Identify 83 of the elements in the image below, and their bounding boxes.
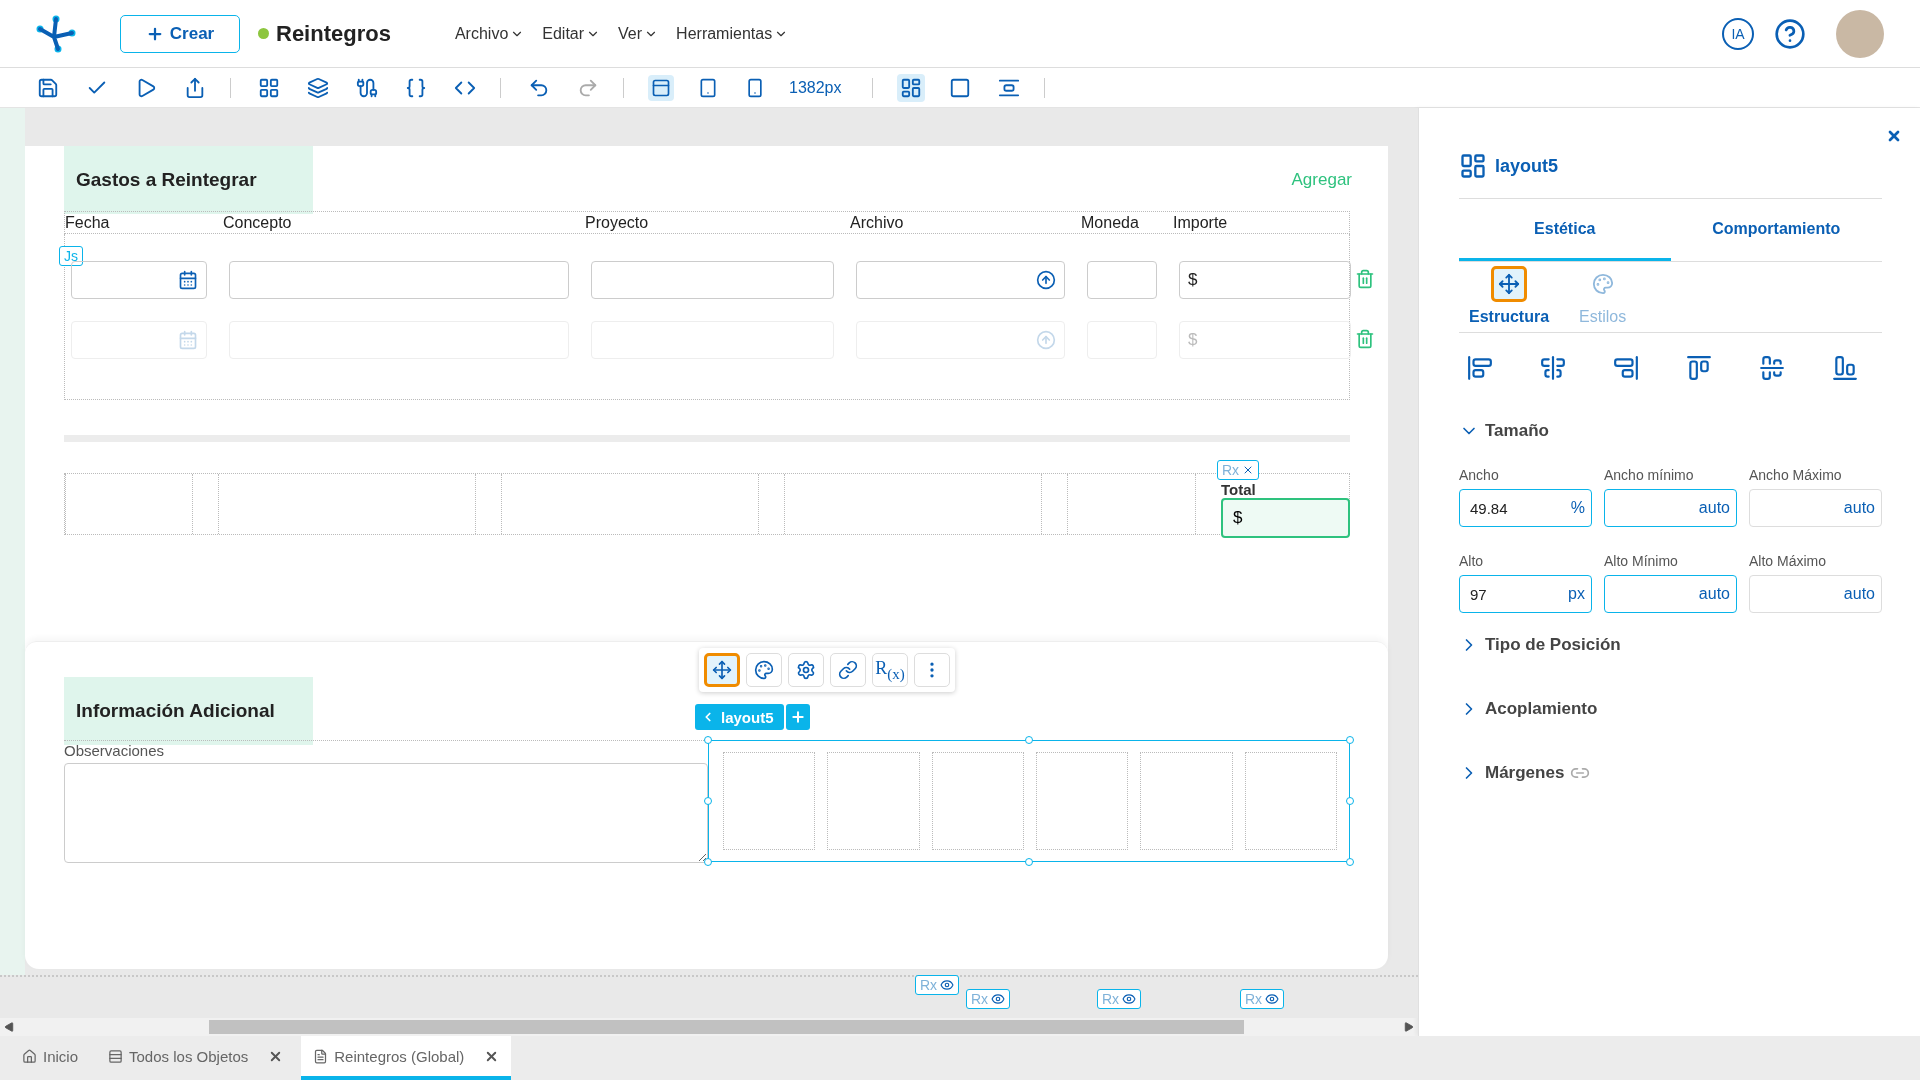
width-reading: 1382px <box>789 78 842 97</box>
section-toggle[interactable]: Acoplamiento <box>1459 699 1882 719</box>
field-label: Ancho Máximo <box>1749 467 1843 483</box>
align-icon[interactable] <box>1686 355 1712 381</box>
form-icon <box>313 1048 329 1064</box>
section-toggle[interactable]: Tipo de Posición <box>1459 635 1882 655</box>
scroll-left-icon[interactable] <box>4 1022 14 1032</box>
app-logo <box>36 14 76 53</box>
status-dot <box>258 28 269 39</box>
column-header: Archivo <box>850 213 905 232</box>
link-icon[interactable] <box>830 653 866 687</box>
field-label: Observaciones <box>64 742 166 759</box>
size-field[interactable]: auto <box>1749 575 1882 613</box>
menu-item[interactable]: Editar <box>542 24 601 43</box>
list-icon <box>108 1048 124 1064</box>
input-field[interactable] <box>1087 261 1157 299</box>
size-field[interactable]: 97 px <box>1459 575 1592 613</box>
palette-icon <box>1591 273 1614 295</box>
desktop-view-icon[interactable] <box>648 74 674 101</box>
section-toggle[interactable]: Márgenes <box>1459 763 1882 783</box>
file-field[interactable] <box>856 261 1065 299</box>
eye-icon <box>1122 992 1137 1006</box>
panel-tab[interactable]: Estética <box>1459 199 1671 261</box>
help-icon[interactable] <box>1774 17 1806 50</box>
size-field[interactable]: auto <box>1749 489 1882 527</box>
scroll-right-icon[interactable] <box>1404 1022 1414 1032</box>
field-label: Ancho mínimo <box>1604 467 1695 483</box>
amount-field[interactable]: $ <box>1179 261 1351 299</box>
palette-icon[interactable] <box>746 653 782 687</box>
field-label: Alto <box>1459 553 1485 569</box>
input-field[interactable] <box>229 261 569 299</box>
upload-icon[interactable] <box>1036 270 1056 290</box>
close-icon[interactable] <box>1886 128 1902 144</box>
clear-format-icon <box>1242 464 1254 476</box>
plus-icon <box>789 709 806 725</box>
input-field[interactable] <box>591 261 834 299</box>
field-label: Alto Máximo <box>1749 553 1828 569</box>
panel-title: layout5 <box>1495 155 1559 177</box>
align-icon[interactable] <box>1540 355 1566 381</box>
formula-button[interactable]: R$_{(x)}$ <box>872 653 908 687</box>
size-field[interactable]: auto <box>1604 489 1737 527</box>
menu-item[interactable]: Ver <box>618 24 659 43</box>
align-icon[interactable] <box>1613 355 1639 381</box>
notes-field[interactable] <box>64 763 708 863</box>
size-field[interactable]: auto <box>1604 575 1737 613</box>
column-header: Concepto <box>223 213 293 232</box>
date-field[interactable] <box>71 261 207 299</box>
calendar-icon[interactable] <box>178 270 198 290</box>
menu-item[interactable]: Archivo <box>454 24 525 43</box>
eye-icon <box>940 978 955 992</box>
scrollbar-thumb[interactable] <box>209 1020 1244 1034</box>
home-icon <box>22 1048 37 1064</box>
create-button[interactable]: Crear <box>120 14 240 53</box>
section-title: Gastos a Reintegrar <box>64 146 313 214</box>
section-title: Información Adicional <box>64 677 313 745</box>
align-icon[interactable] <box>1759 355 1785 381</box>
align-icon[interactable] <box>1832 355 1858 381</box>
panel-tab[interactable]: Comportamiento <box>1670 199 1882 261</box>
section-toggle[interactable]: Tamaño <box>1459 421 1882 441</box>
document-tab[interactable]: Reintegros (Global) <box>301 1036 512 1080</box>
align-icon[interactable] <box>1467 355 1493 381</box>
total-label: Total <box>1221 481 1257 498</box>
field-label: Alto Mínimo <box>1604 553 1679 569</box>
size-field[interactable]: 49.84 % <box>1459 489 1592 527</box>
document-tab[interactable]: Inicio <box>10 1036 91 1080</box>
column-header: Moneda <box>1081 213 1140 232</box>
menu-item[interactable]: Herramientas <box>676 24 789 43</box>
eye-icon <box>1265 992 1280 1006</box>
move-icon[interactable] <box>704 653 740 687</box>
column-header: Fecha <box>65 213 111 232</box>
column-header: Importe <box>1173 213 1229 232</box>
layout-icon[interactable] <box>896 73 925 102</box>
eye-icon <box>991 992 1006 1006</box>
move-icon <box>1498 273 1520 295</box>
document-tab[interactable]: Todos los Objetos <box>96 1036 296 1080</box>
column-header: Proyecto <box>585 213 650 232</box>
total-field[interactable]: $ <box>1221 498 1350 538</box>
panel-subtab[interactable]: Estructura <box>1469 266 1550 326</box>
settings-icon[interactable] <box>788 653 824 687</box>
field-label: Ancho <box>1459 467 1500 483</box>
ai-button[interactable]: IA <box>1722 17 1754 50</box>
app-title: Reintegros <box>276 20 391 47</box>
layout-icon <box>1459 152 1487 180</box>
